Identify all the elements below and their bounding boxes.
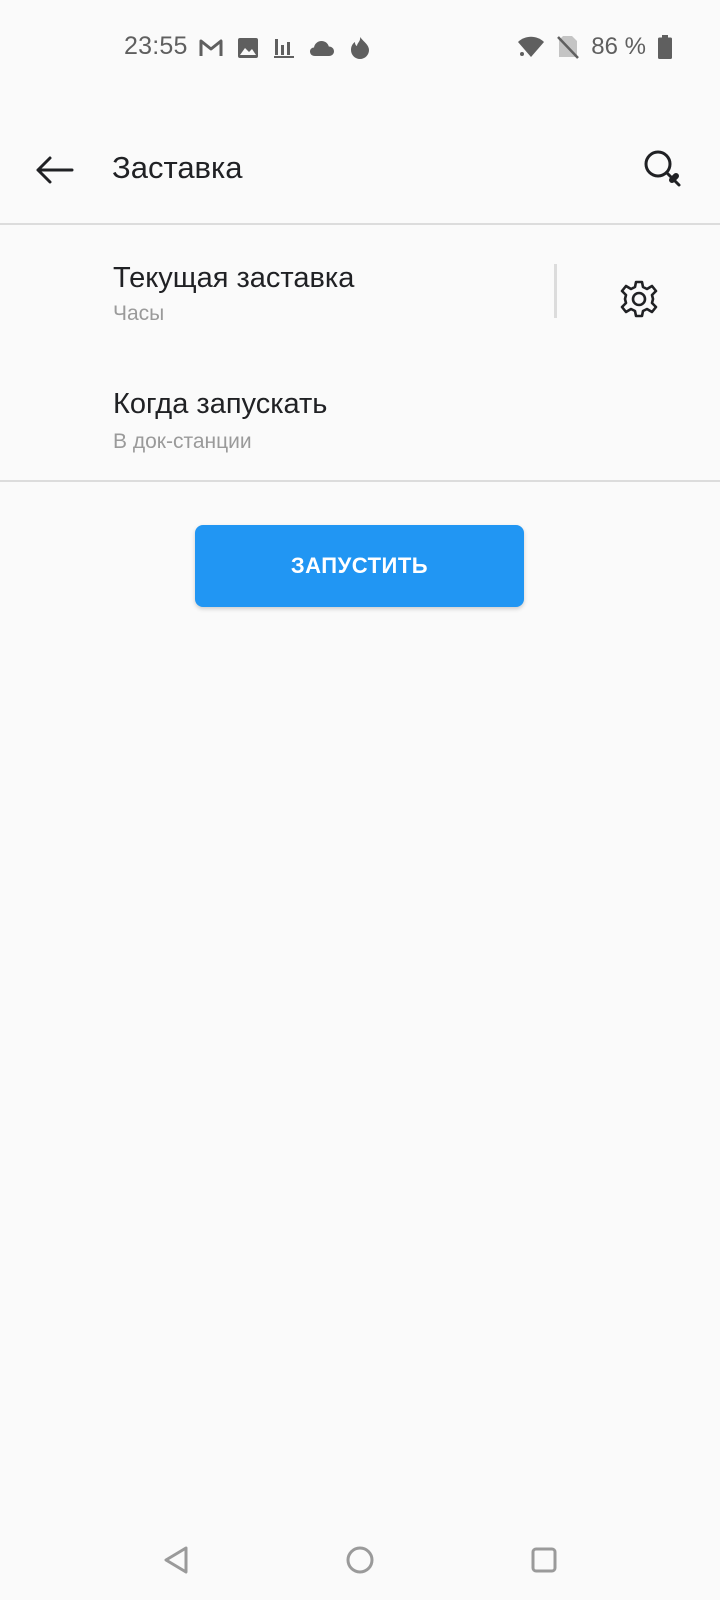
when-to-start-title: Когда запускать: [113, 388, 328, 420]
status-bar: 23:55 86 %: [0, 0, 720, 96]
search-icon: [644, 150, 681, 187]
toolbar-divider: [0, 223, 720, 225]
page-title: Заставка: [112, 150, 243, 185]
toolbar: Заставка: [0, 120, 720, 220]
cloud-icon: [310, 41, 334, 56]
battery-percent: 86 %: [591, 33, 646, 60]
current-screensaver-value: Часы: [113, 302, 165, 325]
bar-chart-icon: [274, 39, 294, 58]
nav-recents-icon: [531, 1547, 557, 1573]
nav-home-button[interactable]: [330, 1530, 390, 1590]
notification-icons: [199, 34, 371, 62]
screen: 23:55 86 % Заставка Текущая заставка Час…: [0, 0, 720, 1600]
gmail-icon: [199, 39, 223, 56]
battery-icon: [658, 35, 672, 59]
screensaver-settings-button[interactable]: [608, 268, 670, 330]
vertical-separator: [554, 264, 557, 318]
current-screensaver-title: Текущая заставка: [113, 262, 355, 294]
when-to-start-value: В док-станции: [113, 430, 252, 453]
status-time: 23:55: [124, 32, 188, 60]
start-button[interactable]: ЗАПУСТИТЬ: [195, 525, 524, 607]
image-icon: [238, 38, 258, 58]
search-button[interactable]: [632, 138, 694, 200]
nav-recents-button[interactable]: [514, 1530, 574, 1590]
nav-back-button[interactable]: [146, 1530, 206, 1590]
arrow-left-icon: [36, 156, 74, 184]
list-divider: [0, 480, 720, 482]
no-sim-icon: [557, 36, 580, 59]
gear-icon: [620, 280, 658, 318]
back-button[interactable]: [26, 142, 82, 198]
navigation-bar: [0, 1520, 720, 1600]
nav-home-icon: [346, 1546, 374, 1574]
fire-icon: [351, 37, 369, 59]
current-screensaver-item[interactable]: Текущая заставка Часы: [0, 226, 720, 354]
wifi-icon: [518, 36, 545, 57]
when-to-start-item[interactable]: Когда запускать В док-станции: [0, 356, 720, 480]
nav-back-icon: [164, 1546, 188, 1574]
system-icons: 86 %: [517, 32, 672, 62]
